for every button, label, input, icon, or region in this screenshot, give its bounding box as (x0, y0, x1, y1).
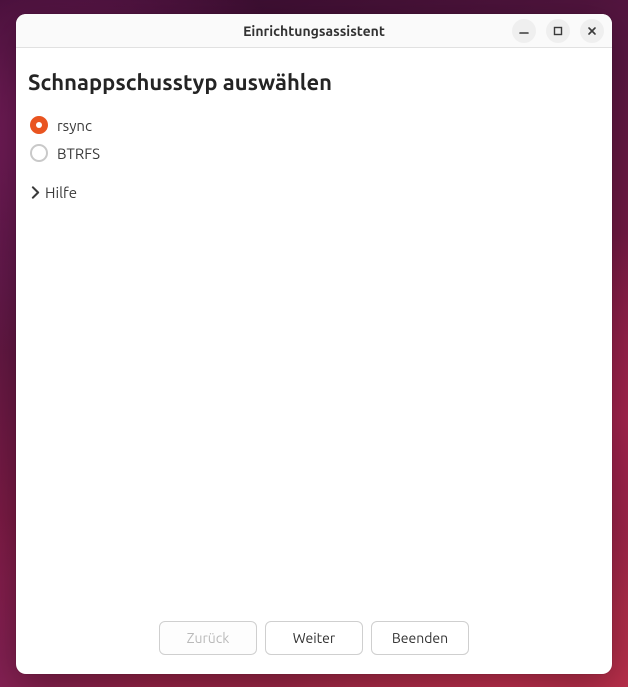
maximize-icon (553, 26, 563, 36)
maximize-button[interactable] (546, 19, 570, 43)
close-icon (587, 26, 597, 36)
next-button-label: Weiter (293, 630, 335, 646)
minimize-icon (519, 26, 529, 36)
wizard-footer: Zurück Weiter Beenden (16, 616, 612, 674)
close-button[interactable] (580, 19, 604, 43)
help-expander[interactable]: Hilfe (28, 179, 600, 206)
wizard-window: Einrichtungsassistent Schnappschusstyp a… (16, 14, 612, 674)
quit-button-label: Beenden (392, 630, 448, 646)
content-area: Schnappschusstyp auswählen rsync BTRFS H… (16, 48, 612, 616)
minimize-button[interactable] (512, 19, 536, 43)
radio-icon (30, 144, 48, 162)
quit-button[interactable]: Beenden (371, 621, 469, 655)
radio-label: rsync (57, 117, 92, 134)
back-button-label: Zurück (187, 630, 230, 646)
back-button[interactable]: Zurück (159, 621, 257, 655)
radio-icon (30, 116, 48, 134)
snapshot-type-btrfs[interactable]: BTRFS (28, 139, 600, 167)
window-controls (512, 19, 608, 43)
headerbar: Einrichtungsassistent (16, 14, 612, 48)
chevron-right-icon (29, 186, 42, 199)
radio-label: BTRFS (57, 145, 100, 162)
snapshot-type-rsync[interactable]: rsync (28, 111, 600, 139)
help-label: Hilfe (45, 184, 77, 201)
next-button[interactable]: Weiter (265, 621, 363, 655)
page-title: Schnappschusstyp auswählen (28, 70, 600, 95)
